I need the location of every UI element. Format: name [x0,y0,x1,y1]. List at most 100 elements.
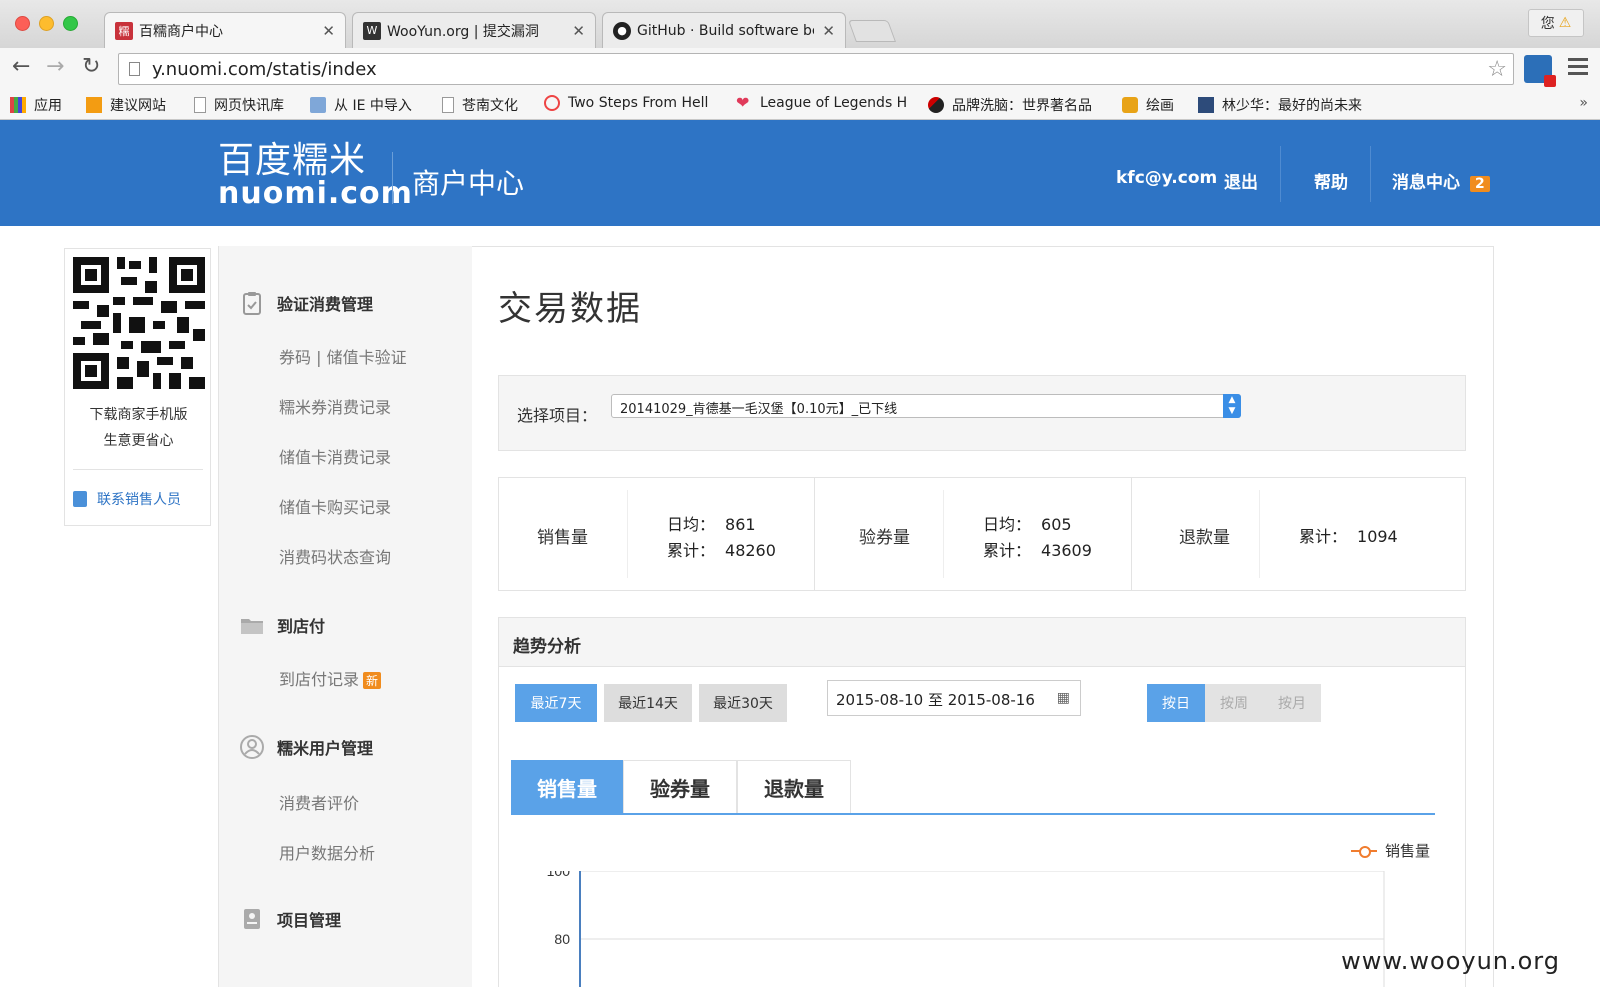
trend-header: 趋势分析 [498,617,1466,667]
legend-label-sales: 销售量 [1385,842,1431,860]
tab-sales[interactable]: 销售量 [511,760,623,814]
browser-toolbar: ← → ↻ y.nuomi.com/statis/index ☆ [0,48,1600,90]
browser-menu-icon[interactable] [1568,58,1588,79]
sidebar-section-projects[interactable]: 项目管理 [239,906,341,932]
circle-logo-icon [544,95,560,111]
verified-daily-avg: 日均： 605 [983,515,1072,534]
bookmark-item[interactable]: 建议网站 [86,95,166,115]
address-bar[interactable]: y.nuomi.com/statis/index ☆ [118,53,1514,85]
forward-arrow-icon[interactable]: → [46,54,64,79]
user-account-link[interactable]: kfc@y.com [1116,168,1217,188]
divider [814,478,815,590]
bookmarks-overflow-button[interactable]: » [1579,95,1588,111]
divider [943,490,944,578]
line-marker-icon [1351,845,1377,858]
folder-icon [241,619,263,634]
sidebar-item-coupon-records[interactable]: 糯米券消费记录 [279,394,391,418]
url-text[interactable]: y.nuomi.com/statis/index [152,59,1487,80]
sales-trend-chart: 100 80 [547,871,1385,987]
range-14-days-button[interactable]: 最近14天 [604,684,692,722]
refund-label: 退款量 [1179,528,1230,548]
date-range-input[interactable]: 2015-08-10 至 2015-08-16 ▦ [827,680,1081,716]
page-title: 交易数据 [498,289,642,329]
contact-sales-link[interactable]: 联系销售人员 [73,489,181,509]
bookmark-item[interactable]: 绘画 [1122,95,1174,115]
browser-tab-nuomi[interactable]: 糯 百糯商户中心 ✕ [104,12,346,48]
refund-total: 累计： 1094 [1299,527,1398,546]
logout-link[interactable]: 退出 [1224,168,1258,193]
group-by-day-button[interactable]: 按日 [1147,684,1205,722]
qr-caption-line1: 下载商家手机版 [89,407,188,423]
divider [627,490,628,578]
close-tab-icon[interactable]: ✕ [322,22,335,40]
page-icon [442,97,454,113]
profile-button[interactable]: 您 ⚠ [1528,9,1584,37]
back-arrow-icon[interactable]: ← [12,54,30,79]
main-content: 交易数据 选择项目： 20141029_肯德基一毛汉堡【0.10元】_已下线 ▲… [472,246,1494,987]
verified-label: 验券量 [859,528,910,548]
sidebar-section-instore[interactable]: 到店付 [239,612,325,638]
phone-icon [73,491,87,507]
nuomi-logo[interactable]: 百度糯米 nuomi.com [218,142,412,209]
qr-caption-line2: 生意更省心 [103,433,174,449]
clipboard-icon [243,292,261,315]
new-badge: 新 [363,672,382,689]
bookmark-apps[interactable]: 应用 [10,95,62,115]
tab-refund[interactable]: 退款量 [737,760,851,814]
close-window-button[interactable] [15,16,30,31]
select-arrows-icon: ▲ ▼ [1223,394,1241,418]
bookmark-item[interactable]: 林少华：最好的尚未来 [1198,95,1370,115]
calendar-icon[interactable]: ▦ [1057,690,1070,706]
browser-tab-wooyun[interactable]: W WooYun.org | 提交漏洞 ✕ [352,12,596,48]
range-7-days-button[interactable]: 最近7天 [515,684,597,722]
browser-tab-github[interactable]: ● GitHub · Build software be ✕ [602,12,846,48]
minimize-window-button[interactable] [39,16,54,31]
nuomi-favicon-icon: 糯 [115,21,133,40]
bookmark-star-icon[interactable]: ☆ [1487,57,1507,82]
zoom-window-button[interactable] [63,16,78,31]
project-select[interactable]: 20141029_肯德基一毛汉堡【0.10元】_已下线 ▲ ▼ [611,394,1241,418]
apps-grid-icon [10,97,26,113]
site-subtitle: 商户中心 [412,167,525,200]
help-link[interactable]: 帮助 [1314,168,1348,193]
group-by-month-button[interactable]: 按月 [1263,684,1321,722]
page-icon [194,97,206,113]
bookmark-item[interactable]: 苍南文化 [442,95,518,115]
header-separator [1280,146,1281,202]
new-tab-button[interactable] [847,20,897,42]
sidebar: 验证消费管理 券码 | 储值卡验证 糯米券消费记录 储值卡消费记录 储值卡购买记… [218,246,472,987]
tab-verified[interactable]: 验券量 [623,760,737,814]
message-center-link[interactable]: 消息中心 2 [1392,168,1490,193]
sidebar-item-code-status[interactable]: 消费码状态查询 [279,544,391,568]
chart-legend[interactable]: 销售量 [1351,840,1430,861]
trend-title: 趋势分析 [513,637,581,657]
stats-panel: 销售量 日均： 861 累计： 48260 验券量 日均： 605 累计： 43609 … [498,477,1466,591]
sidebar-item-reviews[interactable]: 消费者评价 [279,790,359,814]
extension-icon[interactable] [1524,55,1556,87]
message-count-badge: 2 [1470,176,1490,192]
sidebar-item-card-consume[interactable]: 储值卡消费记录 [279,444,391,468]
reload-icon[interactable]: ↻ [82,54,100,79]
sidebar-item-user-analytics[interactable]: 用户数据分析 [279,840,375,864]
divider [73,469,203,470]
project-select-panel: 选择项目： 20141029_肯德基一毛汉堡【0.10元】_已下线 ▲ ▼ [498,375,1466,451]
bookmark-item[interactable]: 品牌洗脑：世界著名品 [928,95,1100,115]
warning-icon: ⚠ [1558,15,1572,31]
close-tab-icon[interactable]: ✕ [572,22,585,40]
sidebar-item-coupon-verify[interactable]: 券码 | 储值卡验证 [279,344,407,368]
range-30-days-button[interactable]: 最近30天 [699,684,787,722]
sidebar-item-instore-records[interactable]: 到店付记录新 [279,666,382,690]
tab-underline [511,813,1435,815]
github-favicon-icon: ● [613,21,631,40]
bookmark-item[interactable]: ❤ League of Legends H [736,95,908,111]
group-by-week-button[interactable]: 按周 [1205,684,1263,722]
bookmark-folder[interactable]: 从 IE 中导入 [310,95,412,115]
bookmark-item[interactable]: Two Steps From Hell [544,95,716,111]
close-tab-icon[interactable]: ✕ [822,22,835,40]
sidebar-item-card-purchase[interactable]: 储值卡购买记录 [279,494,391,518]
sidebar-section-users[interactable]: 糯米用户管理 [239,734,373,760]
bookmark-item[interactable]: 网页快讯库 [194,95,284,115]
paint-icon [1122,97,1138,113]
bulb-icon [86,97,102,113]
sidebar-section-verify[interactable]: 验证消费管理 [239,290,373,316]
